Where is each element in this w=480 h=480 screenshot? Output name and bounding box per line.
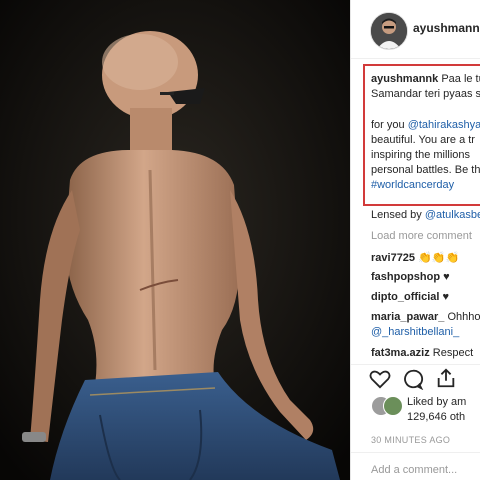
caption-line-2: Samandar teri pyaas s: [371, 88, 480, 100]
comment-text: 👏👏👏: [418, 252, 460, 264]
heart-icon[interactable]: [369, 369, 391, 389]
lensed-by-line: Lensed by @atulkasbe: [371, 208, 480, 222]
add-comment-input[interactable]: Add a comment...: [371, 463, 457, 477]
caption-mention-link[interactable]: @tahirakashya: [408, 119, 480, 131]
comment-text: Ohhho: [447, 311, 480, 323]
caption-hashtag-link[interactable]: #worldcancerday: [371, 178, 454, 192]
comment-row: maria_pawar_ Ohhho: [371, 310, 480, 324]
likes-count[interactable]: 129,646 oth: [407, 410, 465, 424]
comment-username[interactable]: dipto_official: [371, 291, 439, 303]
avatar-image: [371, 13, 407, 49]
comment-row: fashpopshop ♥: [371, 270, 450, 284]
comment-username[interactable]: maria_pawar_: [371, 311, 444, 323]
comment-row-continued: @_harshitbellani_: [371, 325, 459, 339]
post-header: ayushmannk: [351, 0, 480, 59]
liker-avatar[interactable]: [383, 396, 403, 416]
comment-username[interactable]: fat3ma.aziz: [371, 347, 430, 359]
caption-for: for you: [371, 119, 405, 131]
caption-author[interactable]: ayushmannk: [371, 73, 438, 85]
caption-line-6: personal battles. Be th: [371, 164, 480, 176]
post-side-panel: ayushmannk ayushmannk Paa le tu Samandar…: [350, 0, 480, 480]
liked-by-text[interactable]: Liked by am: [407, 395, 466, 409]
actions-divider: [351, 364, 480, 365]
load-more-comments-link[interactable]: Load more comment: [371, 229, 472, 243]
caption-line-4: beautiful. You are a tr: [371, 134, 475, 146]
lensed-by-label: Lensed by: [371, 209, 422, 221]
share-icon[interactable]: [435, 367, 457, 389]
comment-row: dipto_official ♥: [371, 290, 449, 304]
caption-line-1: ayushmannk Paa le tu: [371, 72, 480, 86]
comment-row: ravi7725 👏👏👏: [371, 251, 459, 265]
lensed-by-mention-link[interactable]: @atulkasbe: [425, 209, 480, 221]
avatar[interactable]: [370, 12, 408, 50]
post-photo[interactable]: [0, 0, 350, 480]
comment-row: fat3ma.aziz Respect: [371, 346, 473, 360]
caption-line-3: for you @tahirakashya: [371, 118, 480, 132]
comment-icon[interactable]: [402, 368, 424, 390]
post-timestamp: 30 MINUTES AGO: [371, 435, 451, 445]
comment-username[interactable]: fashpopshop: [371, 271, 440, 283]
post-author-username[interactable]: ayushmannk: [413, 21, 480, 35]
comment-text: Respect: [432, 347, 474, 359]
comment-mention-link[interactable]: @_harshitbellani_: [371, 326, 459, 338]
comment-input-divider: [351, 452, 480, 453]
photo-illustration: [0, 0, 350, 480]
comment-text: ♥: [442, 291, 450, 303]
caption-text: Paa le tu: [441, 73, 480, 85]
comment-username[interactable]: ravi7725: [371, 252, 415, 264]
caption-line-5: inspiring the millions: [371, 149, 471, 161]
comment-text: ♥: [443, 271, 450, 283]
